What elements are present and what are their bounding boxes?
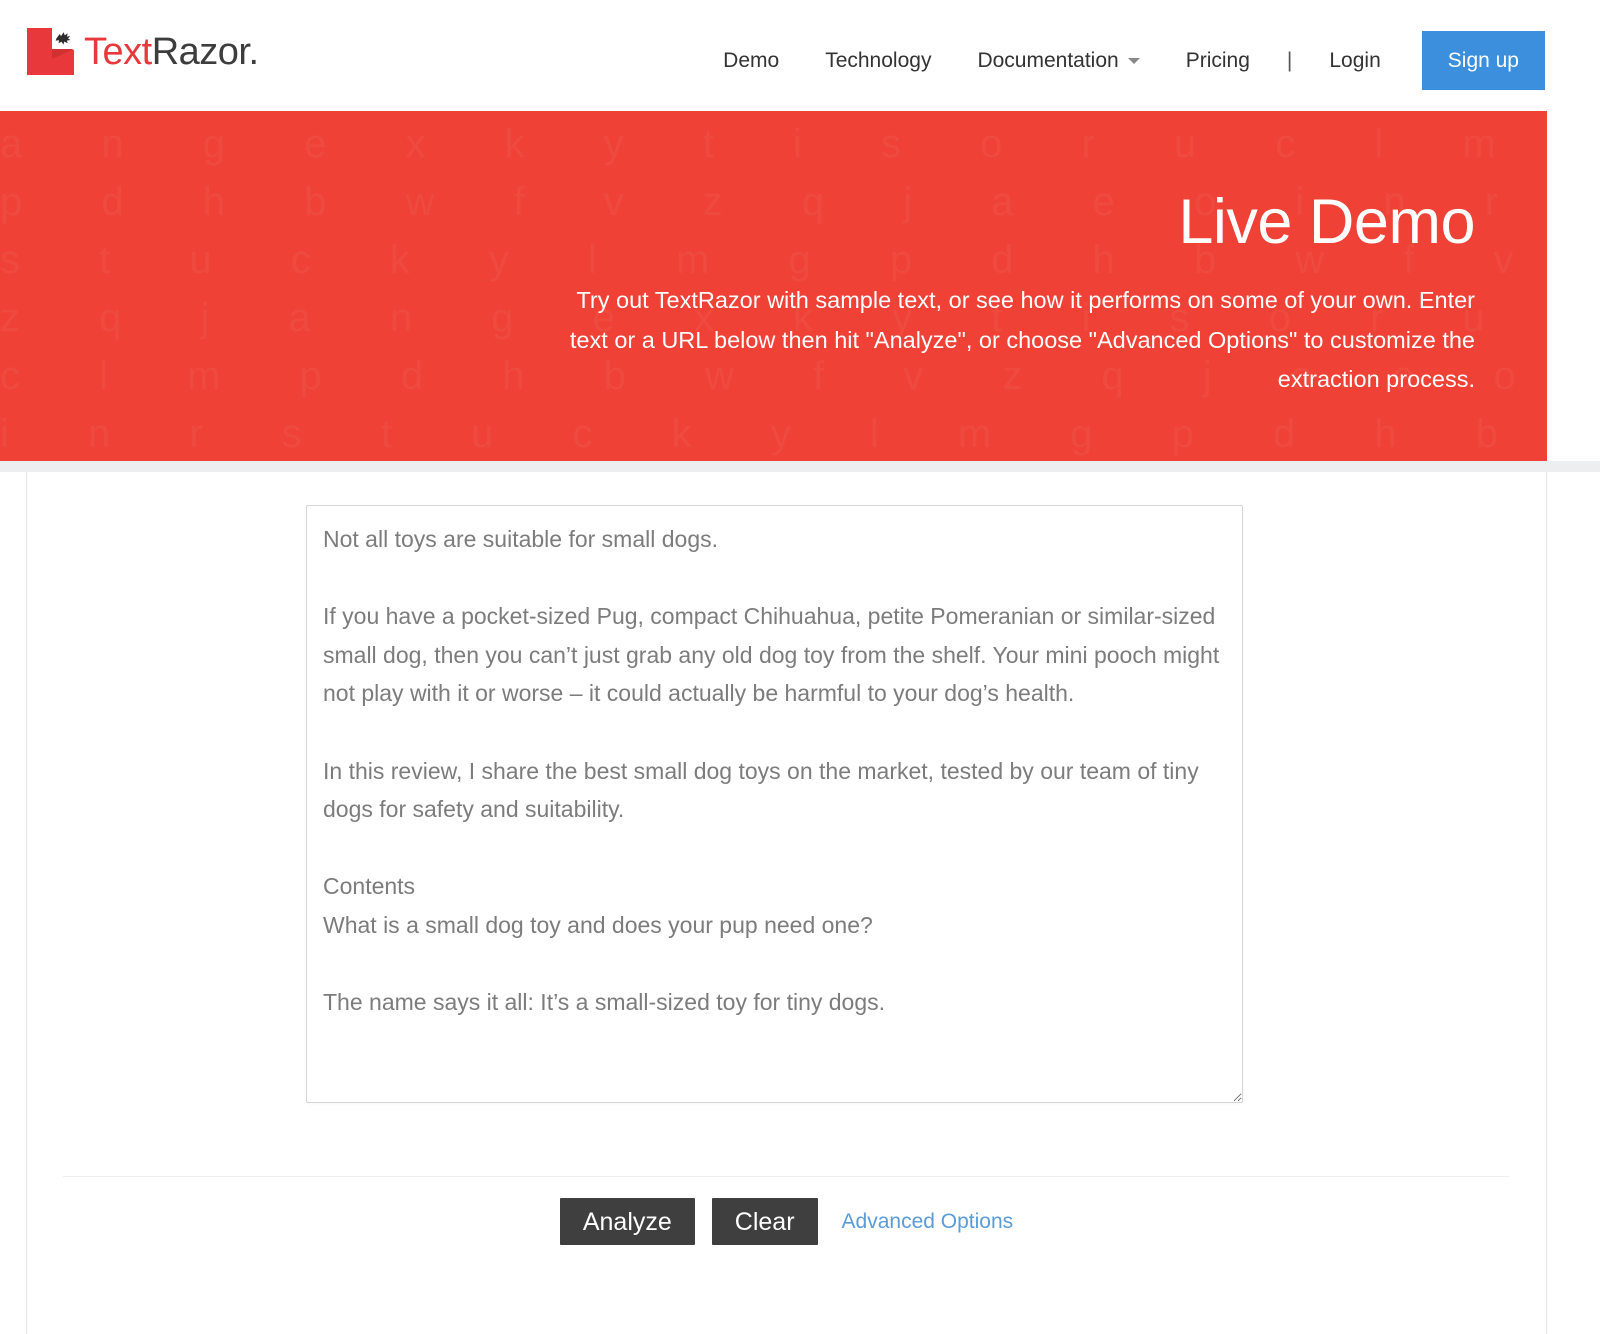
nav-item-technology[interactable]: Technology [802,31,954,90]
site-header: TextRazor. Demo Technology Documentation… [0,0,1600,111]
main-navigation: Demo Technology Documentation Pricing | … [700,31,1545,90]
brand-text: TextRazor. [84,30,259,74]
analyze-label: Analyze [582,1207,672,1236]
clear-label: Clear [734,1207,795,1236]
nav-item-demo[interactable]: Demo [700,31,802,90]
advanced-options-link[interactable]: Advanced Options [842,1209,1014,1235]
hero-banner: a n g e x k y t i s o r u c l m p d h b … [0,111,1547,461]
login-label: Login [1329,48,1381,72]
textrazor-logo-icon [27,28,74,75]
hero-content: Live Demo Try out TextRazor with sample … [535,111,1476,400]
form-divider [63,1176,1509,1177]
form-actions: Analyze Clear Advanced Options [27,1198,1546,1245]
razor-blade-icon [55,32,71,45]
nav-item-pricing[interactable]: Pricing [1163,31,1273,90]
brand-name-part2: Razor. [151,30,259,73]
login-link[interactable]: Login [1306,31,1403,90]
nav-item-documentation[interactable]: Documentation [954,31,1162,90]
demo-text-input[interactable] [306,505,1243,1103]
hero-bottom-strip [0,461,1600,472]
brand-logo[interactable]: TextRazor. [27,28,259,75]
signup-label: Sign up [1447,48,1519,72]
hero-subtitle: Try out TextRazor with sample text, or s… [569,287,1475,392]
nav-item-demo-label: Demo [723,48,780,72]
nav-item-documentation-label: Documentation [977,48,1119,72]
nav-separator: | [1286,48,1293,72]
nav-item-pricing-label: Pricing [1185,48,1250,72]
nav-item-technology-label: Technology [825,48,932,72]
demo-form: Analyze Clear Advanced Options [27,472,1546,1334]
page-root: TextRazor. Demo Technology Documentation… [0,0,1600,1334]
main-content: Analyze Clear Advanced Options [26,472,1547,1334]
signup-button[interactable]: Sign up [1421,31,1545,90]
page-title: Live Demo [1178,187,1475,257]
chevron-down-icon [1127,57,1140,64]
clear-button[interactable]: Clear [711,1198,818,1245]
brand-name-part1: Text [84,30,152,73]
analyze-button[interactable]: Analyze [559,1198,695,1245]
